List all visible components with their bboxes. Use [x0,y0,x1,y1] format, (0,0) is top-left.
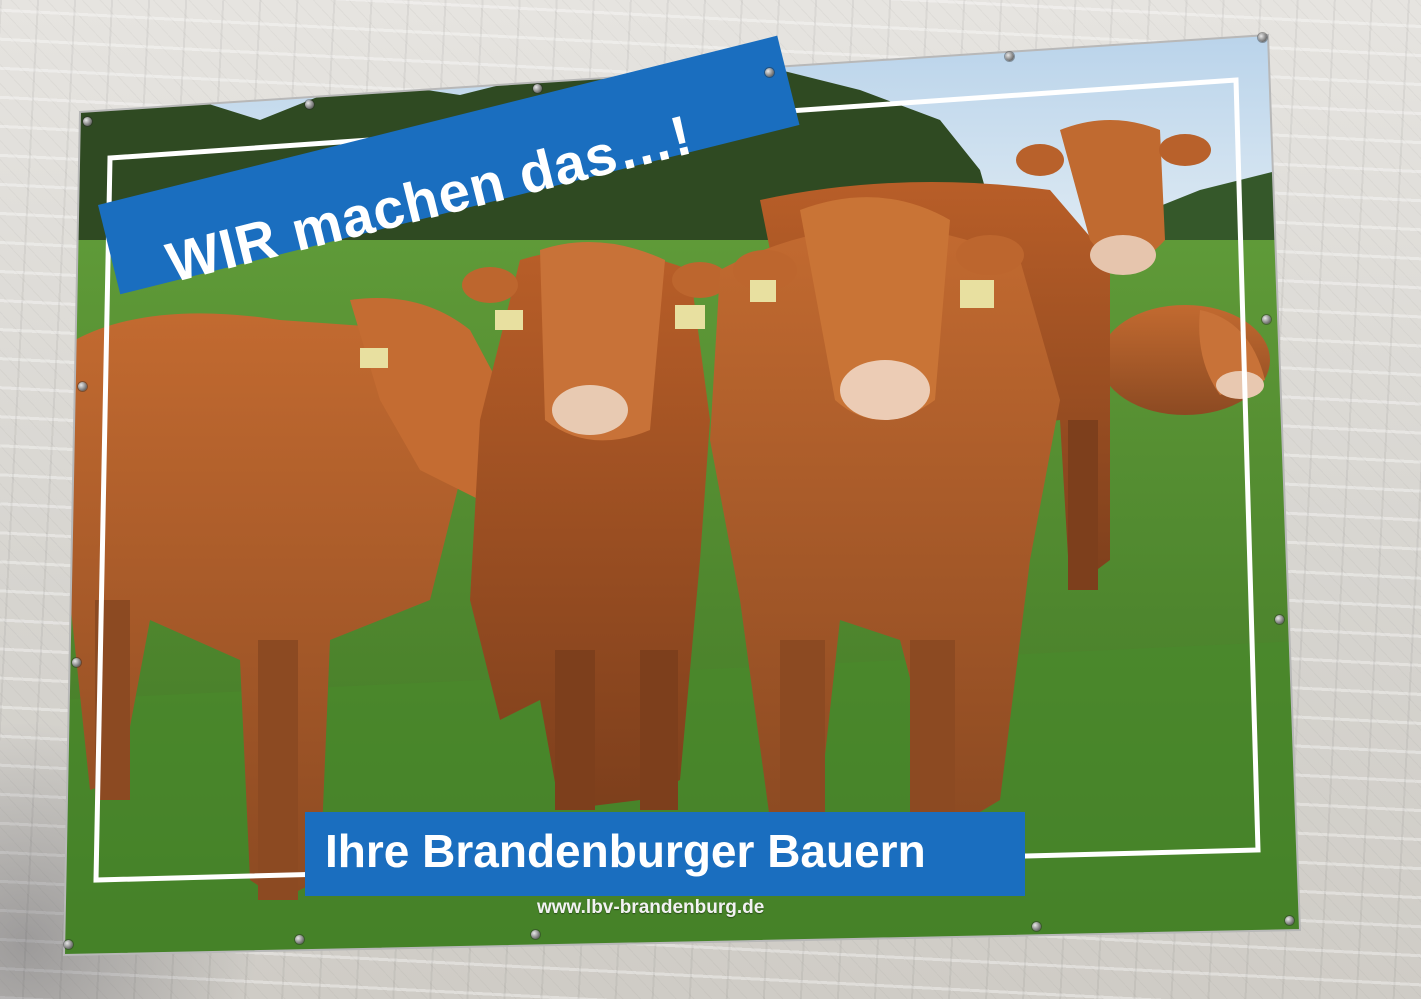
subtitle-text: Ihre Brandenburger Bauern [325,825,926,877]
grommet [1005,52,1014,61]
grommet [1275,615,1284,624]
grommet [83,117,92,126]
poster-banner: WIR machen das…! Ihre Brandenburger Baue… [0,0,1421,999]
website-url: www.lbv-brandenburg.de [537,897,765,918]
grommet [78,382,87,391]
grommet [305,100,314,109]
grommet [295,935,304,944]
grommet [533,84,542,93]
grommet [1258,33,1267,42]
grommet [531,930,540,939]
grommet [64,940,73,949]
grommet [765,68,774,77]
grommet [1262,315,1271,324]
grommet [72,658,81,667]
grommet [1032,922,1041,931]
grommet [1285,916,1294,925]
